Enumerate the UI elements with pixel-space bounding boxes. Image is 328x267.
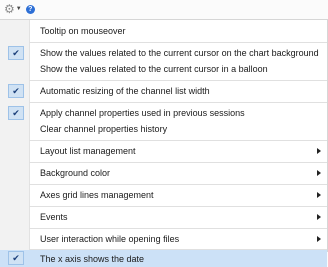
menu-item-label: The x axis shows the date [40,253,145,264]
submenu-arrow-icon [317,148,321,154]
help-icon[interactable]: ? [25,4,35,14]
menu-item-layout-list-management[interactable]: Layout list management [0,143,327,159]
menu-separator [29,102,327,103]
menu-item-label: Tooltip on mouseover [40,26,126,36]
menu-separator [29,42,327,43]
settings-dropdown-menu: Tooltip on mouseover ✔ Show the values r… [0,19,328,267]
chevron-down-icon: ▼ [15,6,22,12]
menu-item-show-values-on-chart-background[interactable]: ✔ Show the values related to the current… [0,45,327,61]
checkmark-icon: ✔ [8,46,24,60]
menu-item-x-axis-shows-date[interactable]: ✔ The x axis shows the date [0,250,327,267]
menu-item-clear-channel-history[interactable]: Clear channel properties history [0,121,327,137]
menu-item-show-values-in-balloon[interactable]: Show the values related to the current c… [0,61,327,77]
menu-item-label: Show the values related to the current c… [40,48,319,58]
menu-separator [29,162,327,163]
menu-item-label: User interaction while opening files [40,234,180,244]
checkmark-icon: ✔ [8,251,24,265]
menu-item-label: Show the values related to the current c… [40,64,268,74]
settings-menu-button[interactable]: ⚙ ▼ [4,2,22,16]
menu-item-label: Events [40,212,68,222]
menu-item-apply-channel-properties[interactable]: ✔ Apply channel properties used in previ… [0,105,327,121]
submenu-arrow-icon [317,214,321,220]
menu-separator [29,140,327,141]
menu-item-axes-grid-lines[interactable]: Axes grid lines management [0,187,327,203]
menu-item-events[interactable]: Events [0,209,327,225]
submenu-arrow-icon [317,170,321,176]
submenu-arrow-icon [317,192,321,198]
menu-separator [29,80,327,81]
submenu-arrow-icon [317,236,321,242]
menu-separator [29,184,327,185]
menu-separator [29,228,327,229]
menu-item-label: Axes grid lines management [40,190,154,200]
menu-separator [29,206,327,207]
menu-item-automatic-resizing[interactable]: ✔ Automatic resizing of the channel list… [0,83,327,99]
menu-item-label: Background color [40,168,111,178]
menu-item-user-interaction-opening-files[interactable]: User interaction while opening files [0,231,327,247]
menu-item-tooltip-on-mouseover[interactable]: Tooltip on mouseover [0,23,327,39]
menu-item-label: Clear channel properties history [40,124,168,134]
menu-item-background-color[interactable]: Background color [0,165,327,181]
checkmark-icon: ✔ [8,84,24,98]
gear-icon: ⚙ [4,2,15,16]
menu-item-label: Apply channel properties used in previou… [40,108,245,118]
menu-item-label: Layout list management [40,146,136,156]
menu-item-label: Automatic resizing of the channel list w… [40,86,210,96]
toolbar: ⚙ ▼ ? [0,0,328,18]
checkmark-icon: ✔ [8,106,24,120]
